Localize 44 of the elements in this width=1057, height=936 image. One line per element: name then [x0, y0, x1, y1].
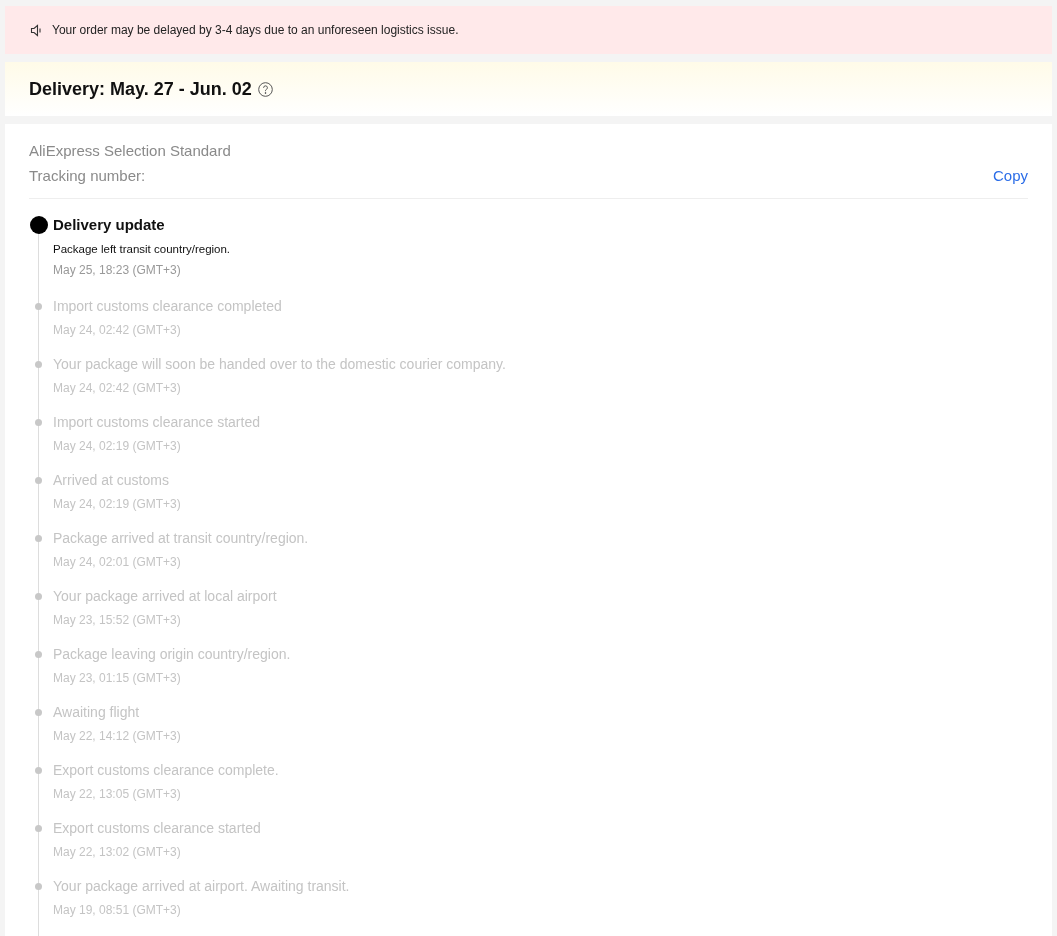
event-time: May 24, 02:42 (GMT+3): [53, 380, 182, 397]
timeline-dot: [35, 477, 42, 484]
event-time: May 24, 02:19 (GMT+3): [53, 496, 182, 513]
event-time: May 19, 08:51 (GMT+3): [53, 902, 182, 919]
event-time: May 24, 02:01 (GMT+3): [53, 554, 182, 571]
timeline-dot: [35, 419, 42, 426]
event-title: Delivery update: [53, 215, 166, 235]
timeline-dot: [35, 825, 42, 832]
timeline-dot: [35, 651, 42, 658]
timeline-dot: [35, 883, 42, 890]
event-title: Import customs clearance completed: [53, 297, 283, 316]
event-time: May 22, 14:12 (GMT+3): [53, 728, 182, 745]
event-title: Arrived at customs: [53, 471, 170, 490]
delivery-title: Delivery: May. 27 - Jun. 02: [29, 78, 252, 100]
speaker-icon: [30, 23, 43, 37]
event-time: May 22, 13:05 (GMT+3): [53, 786, 182, 803]
event-time: May 23, 01:15 (GMT+3): [53, 670, 182, 687]
event-time: May 24, 02:42 (GMT+3): [53, 322, 182, 339]
help-icon[interactable]: [257, 81, 273, 97]
event-time: May 24, 02:19 (GMT+3): [53, 438, 182, 455]
event-time: May 25, 18:23 (GMT+3): [53, 262, 182, 279]
event-time: May 22, 13:02 (GMT+3): [53, 844, 182, 861]
timeline-dot: [35, 303, 42, 310]
event-title: Package leaving origin country/region.: [53, 645, 292, 664]
timeline-dot: [35, 709, 42, 716]
carrier-name: AliExpress Selection Standard: [29, 141, 232, 161]
event-title: Your package arrived at local airport: [53, 587, 278, 606]
notice-text: Your order may be delayed by 3-4 days due to an unforeseen logistics issue.: [52, 23, 459, 37]
event-title: Awaiting flight: [53, 703, 141, 722]
timeline-dot: [30, 216, 48, 234]
copy-link[interactable]: Copy: [992, 167, 1028, 184]
event-title: Your package will soon be handed over to the domestic courier company.: [53, 355, 507, 374]
timeline-dot: [35, 361, 42, 368]
timeline-dot: [35, 767, 42, 774]
event-title: Export customs clearance complete.: [53, 761, 280, 780]
event-title: Your package arrived at airport. Awaiting transit.: [53, 877, 351, 896]
tracking-label: Tracking number:: [29, 167, 146, 184]
event-time: May 23, 15:52 (GMT+3): [53, 612, 182, 629]
timeline-dot: [35, 593, 42, 600]
event-title: Package arrived at transit country/region.: [53, 529, 310, 548]
event-title: Import customs clearance started: [53, 413, 261, 432]
event-description: Package left transit country/region.: [53, 242, 232, 257]
timeline-dot: [35, 535, 42, 542]
event-title: Export customs clearance started: [53, 819, 262, 838]
